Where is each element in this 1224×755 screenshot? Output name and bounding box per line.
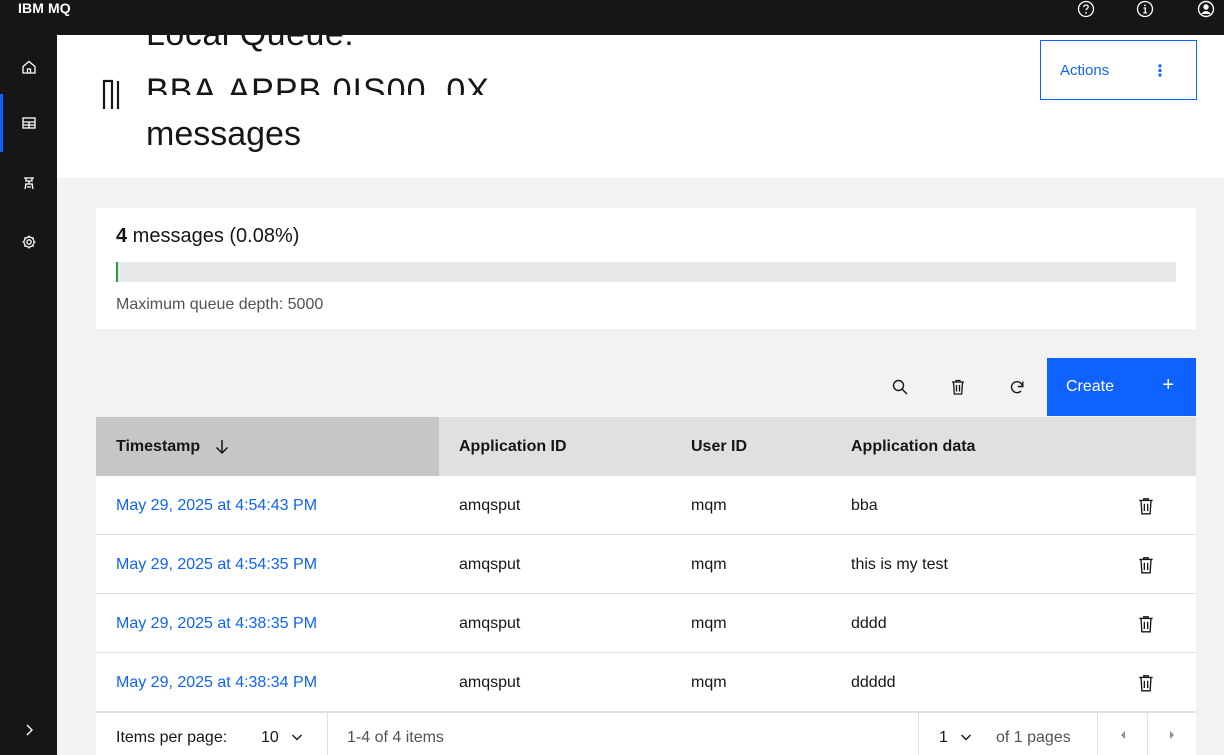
previous-page-button[interactable] <box>1098 713 1147 755</box>
create-button[interactable]: Create + <box>1047 358 1196 416</box>
actions-button[interactable]: Actions ⋮ <box>1040 40 1197 100</box>
items-per-page-select[interactable]: 10 <box>261 713 303 755</box>
add-icon: + <box>1162 374 1174 396</box>
table-row: May 29, 2025 at 4:54:35 PM amqsput mqm t… <box>96 535 1196 594</box>
application-data-cell: bba <box>851 497 878 514</box>
application-data-cell: dddd <box>851 615 887 632</box>
caret-left-icon <box>1120 730 1125 739</box>
create-label: Create <box>1066 378 1115 395</box>
top-bar: IBM MQ <box>0 0 1224 35</box>
queue-name: BBA.APPB.0IS00_0X <box>146 72 490 110</box>
items-per-page-label: Items per page: <box>116 729 228 746</box>
user-id-cell: mqm <box>691 615 727 632</box>
total-pages: of 1 pages <box>996 729 1071 746</box>
message-count: 4 messages (0.08%) <box>116 225 300 247</box>
delete-row-icon[interactable] <box>1136 496 1156 516</box>
transfer-icon[interactable] <box>0 154 57 212</box>
overflow-menu-icon: ⋮ <box>1152 63 1168 80</box>
chevron-right-icon[interactable] <box>0 705 57 755</box>
delete-row-icon[interactable] <box>1136 555 1156 575</box>
application-id-cell: amqsput <box>459 674 521 691</box>
page-title-prefix: Local Queue: <box>146 35 354 54</box>
table-row: May 29, 2025 at 4:38:34 PM amqsput mqm d… <box>96 653 1196 712</box>
message-timestamp-link[interactable]: May 29, 2025 at 4:38:34 PM <box>116 653 317 712</box>
pagination-bar: Items per page: 10 1-4 of 4 items 1 of 1… <box>96 712 1196 755</box>
help-icon[interactable] <box>1074 0 1098 18</box>
messages-table: Timestamp Application ID User ID Applica… <box>96 417 1196 712</box>
pager-divider <box>918 713 919 755</box>
sort-descending-icon <box>215 439 228 454</box>
application-id-cell: amqsput <box>459 556 521 573</box>
column-header-application-id[interactable]: Application ID <box>459 417 567 476</box>
message-timestamp-link[interactable]: May 29, 2025 at 4:38:35 PM <box>116 594 317 653</box>
chevron-down-icon <box>292 734 303 741</box>
message-timestamp-link[interactable]: May 29, 2025 at 4:54:35 PM <box>116 535 317 594</box>
back-arrow-icon[interactable] <box>101 75 129 109</box>
actions-label: Actions <box>1060 62 1110 79</box>
table-row: May 29, 2025 at 4:54:43 PM amqsput mqm b… <box>96 476 1196 535</box>
user-id-cell: mqm <box>691 497 727 514</box>
manage-icon[interactable] <box>0 94 57 152</box>
user-avatar-icon[interactable] <box>1194 0 1218 18</box>
page-select[interactable]: 1 <box>939 713 972 755</box>
items-range: 1-4 of 4 items <box>347 729 444 746</box>
queue-depth-fill <box>116 262 118 282</box>
max-queue-depth: Maximum queue depth: 5000 <box>116 296 324 313</box>
chevron-down-icon <box>961 734 972 741</box>
column-header-user-id[interactable]: User ID <box>691 417 747 476</box>
table-header: Timestamp Application ID User ID Applica… <box>96 417 1196 476</box>
info-icon[interactable] <box>1133 0 1157 18</box>
application-id-cell: amqsput <box>459 497 521 514</box>
app-brand[interactable]: IBM MQ <box>18 0 71 17</box>
user-id-cell: mqm <box>691 556 727 573</box>
page-header: Local Queue: BBA.APPB.0IS00_0X messages … <box>57 35 1224 178</box>
application-data-cell: ddddd <box>851 674 896 691</box>
column-header-timestamp[interactable]: Timestamp <box>96 417 439 476</box>
queue-depth-card: 4 messages (0.08%) Maximum queue depth: … <box>96 208 1196 329</box>
search-icon[interactable] <box>874 358 926 416</box>
settings-icon[interactable] <box>0 213 57 271</box>
delete-row-icon[interactable] <box>1136 614 1156 634</box>
column-header-application-data[interactable]: Application data <box>851 417 975 476</box>
trash-icon[interactable] <box>932 358 984 416</box>
application-data-cell: this is my test <box>851 556 948 573</box>
application-id-cell: amqsput <box>459 615 521 632</box>
pager-divider <box>327 713 328 755</box>
home-icon[interactable] <box>0 38 57 96</box>
refresh-icon[interactable] <box>991 358 1043 416</box>
next-page-button[interactable] <box>1147 713 1196 755</box>
user-id-cell: mqm <box>691 674 727 691</box>
message-timestamp-link[interactable]: May 29, 2025 at 4:54:43 PM <box>116 476 317 535</box>
side-nav <box>0 35 57 755</box>
table-row: May 29, 2025 at 4:38:35 PM amqsput mqm d… <box>96 594 1196 653</box>
queue-depth-bar <box>116 262 1176 282</box>
page-title-suffix: messages <box>146 115 301 153</box>
caret-right-icon <box>1169 730 1174 739</box>
delete-row-icon[interactable] <box>1136 673 1156 693</box>
